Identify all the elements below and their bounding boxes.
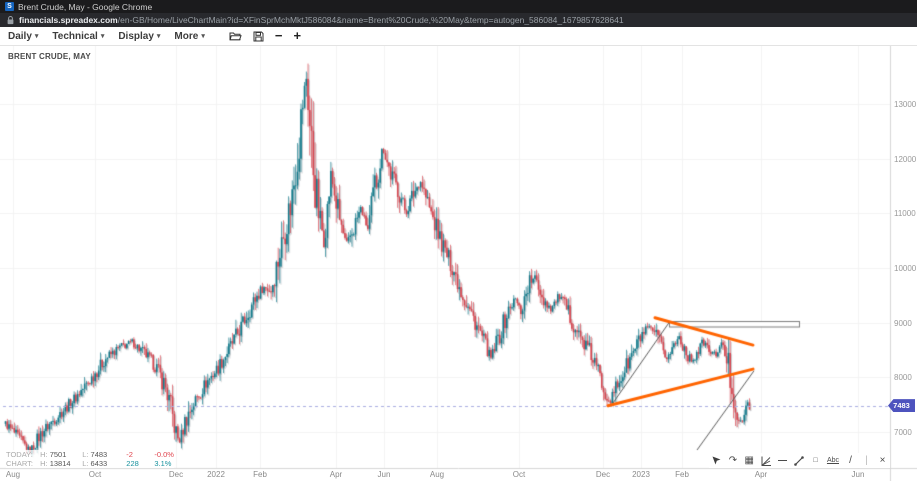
today-change: -2 [126,450,152,459]
x-axis-tick-label: 2022 [207,470,225,479]
menu-technical[interactable]: Technical ▾ [52,31,104,42]
today-low: 7483 [91,450,108,459]
url-text[interactable]: financials.spreadex.com/en-GB/Home/LiveC… [19,15,624,25]
price-chart-canvas[interactable] [0,46,917,481]
chevron-down-icon: ▾ [35,32,39,40]
x-axis-tick-label: Apr [755,470,767,479]
menu-daily[interactable]: Daily ▾ [8,31,38,42]
chart-area: BRENT CRUDE, MAY 13000 12000 11000 10000 900… [0,46,917,481]
x-axis-tick-label: Aug [430,470,444,479]
trend-line-tool-button[interactable] [794,455,804,466]
menu-more[interactable]: More ▾ [174,31,204,42]
x-axis-tick-label: Oct [89,470,101,479]
x-axis-tick-label: Apr [330,470,342,479]
trend-line-icon [794,456,804,466]
y-axis-tick-label: 10000 [894,264,916,273]
cursor-tool-button[interactable] [712,455,721,466]
trend-lines-icon [761,456,771,466]
draw-curve-tool-button[interactable]: ↷ [728,455,737,466]
y-axis-tick-label: 13000 [894,100,916,109]
chart-stats-row: CHART: H: 13814 L: 6433 228 3.1% [6,459,174,468]
url-domain: financials.spreadex.com [19,15,118,25]
open-folder-button[interactable] [229,31,242,41]
x-axis-tick-label: Jun [852,470,865,479]
close-tools-button[interactable]: × [878,455,887,466]
x-axis-tick-label: Jun [378,470,391,479]
url-bar[interactable]: financials.spreadex.com/en-GB/Home/LiveC… [0,13,917,27]
menu-display[interactable]: Display ▾ [118,31,160,42]
browser-title-bar: S Brent Crude, May - Google Chrome [0,0,917,13]
grid-tool-button[interactable]: ▦ [744,455,753,466]
trend-lines-tool-button[interactable] [761,455,771,466]
x-axis-tick-label: Dec [596,470,610,479]
spreadex-favicon: S [5,2,14,11]
horizontal-line-tool-button[interactable] [778,455,787,466]
chart-range-pct: 3.1% [154,459,171,468]
chevron-down-icon: ▾ [201,32,205,40]
cursor-icon [712,456,721,465]
chart-toolbar: Daily ▾ Technical ▾ Display ▾ More ▾ [0,27,917,46]
horizontal-line-icon [778,460,787,461]
padlock-icon [7,16,14,25]
x-axis-tick-label: 2023 [632,470,650,479]
instrument-label: BRENT CRUDE, MAY [8,52,91,61]
save-icon [253,31,264,42]
x-axis-tick-label: Feb [675,470,689,479]
text-tool-button[interactable]: Abc [827,455,839,466]
y-axis-tick-label: 11000 [894,209,916,218]
open-folder-icon [229,31,242,41]
diagonal-line-tool-button[interactable]: / [846,455,855,466]
x-axis-tick-label: Feb [253,470,267,479]
save-button[interactable] [253,31,264,42]
url-path: /en-GB/Home/LiveChartMain?id=XFinSprMchM… [118,15,624,25]
x-axis-tick-label: Aug [6,470,20,479]
chevron-down-icon: ▾ [157,32,161,40]
window-title: Brent Crude, May - Google Chrome [18,2,152,12]
y-axis-tick-label: 7000 [894,428,912,437]
zoom-out-button[interactable]: − [275,31,283,41]
y-axis-tick-label: 12000 [894,155,916,164]
tools-separator: | [862,455,871,466]
today-high: 7501 [50,450,67,459]
rectangle-tool-button[interactable]: □ [811,455,820,466]
y-axis-tick-label: 9000 [894,319,912,328]
chart-low: 6433 [91,459,108,468]
today-change-pct: -0.0% [154,450,174,459]
last-price-badge: 7483 [888,399,915,412]
chart-high: 13814 [50,459,71,468]
y-axis-tick-label: 8000 [894,373,912,382]
drawing-tools-palette: ↷ ▦ □ Abc / | × [709,453,890,468]
browser-window: S Brent Crude, May - Google Chrome finan… [0,0,917,481]
x-axis-tick-label: Oct [513,470,525,479]
x-axis-tick-label: Dec [169,470,183,479]
chevron-down-icon: ▾ [101,32,105,40]
today-stats-row: TODAY: H: 7501 L: 7483 -2 -0.0% [6,450,174,459]
zoom-in-button[interactable]: + [293,31,301,41]
session-stats: TODAY: H: 7501 L: 7483 -2 -0.0% CHART: H… [6,450,174,468]
chart-range: 228 [126,459,152,468]
